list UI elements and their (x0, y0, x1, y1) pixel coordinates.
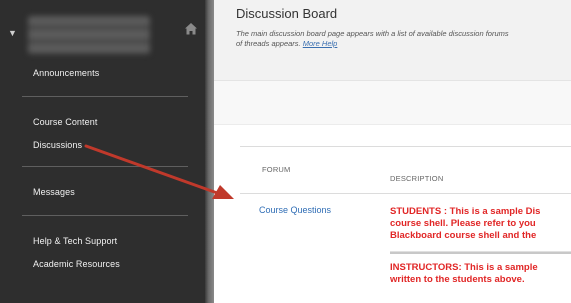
sidebar-divider (22, 96, 188, 97)
sidebar-collapse-rail[interactable] (205, 0, 214, 303)
main-content: Discussion Board The main discussion boa… (214, 0, 571, 303)
more-help-link[interactable]: More Help (303, 39, 338, 48)
desc-line: written to the students above. (390, 274, 525, 285)
forum-description-students: STUDENTS : This is a sample Dis course s… (390, 206, 571, 242)
page-description: The main discussion board page appears w… (236, 29, 571, 49)
desc-line: Blackboard course shell and the (390, 230, 537, 241)
caret-down-icon[interactable]: ▼ (8, 28, 17, 38)
sidebar-item-course-content[interactable]: Course Content (33, 117, 97, 127)
sidebar-divider (22, 215, 188, 216)
forum-description-instructors: INSTRUCTORS: This is a sample written to… (390, 262, 571, 286)
page-title: Discussion Board (236, 6, 338, 21)
sidebar-item-discussions[interactable]: Discussions (33, 140, 82, 150)
sidebar-item-announcements[interactable]: Announcements (33, 68, 99, 78)
column-header-description[interactable]: DESCRIPTION (390, 174, 443, 183)
sidebar-item-academic-resources[interactable]: Academic Resources (33, 259, 120, 269)
toolbar-area (214, 81, 571, 125)
page-description-line1: The main discussion board page appears w… (236, 29, 509, 38)
description-separator (390, 251, 571, 254)
desc-line: course shell. Please refer to you (390, 218, 536, 229)
course-sidebar: ▼ Announcements Course Content Discussio… (0, 0, 205, 303)
desc-line: INSTRUCTORS: This is a sample (390, 262, 538, 273)
page-description-line2: of threads appears. (236, 39, 301, 48)
column-header-forum[interactable]: FORUM (262, 165, 291, 174)
sidebar-item-help-tech-support[interactable]: Help & Tech Support (33, 236, 117, 246)
forum-link-course-questions[interactable]: Course Questions (259, 205, 331, 215)
sidebar-item-messages[interactable]: Messages (33, 187, 75, 197)
page-header: Discussion Board The main discussion boa… (214, 0, 571, 81)
home-icon[interactable] (184, 22, 198, 36)
desc-line: STUDENTS : This is a sample Dis (390, 206, 541, 217)
course-name-blurred[interactable] (28, 16, 150, 54)
sidebar-divider (22, 166, 188, 167)
